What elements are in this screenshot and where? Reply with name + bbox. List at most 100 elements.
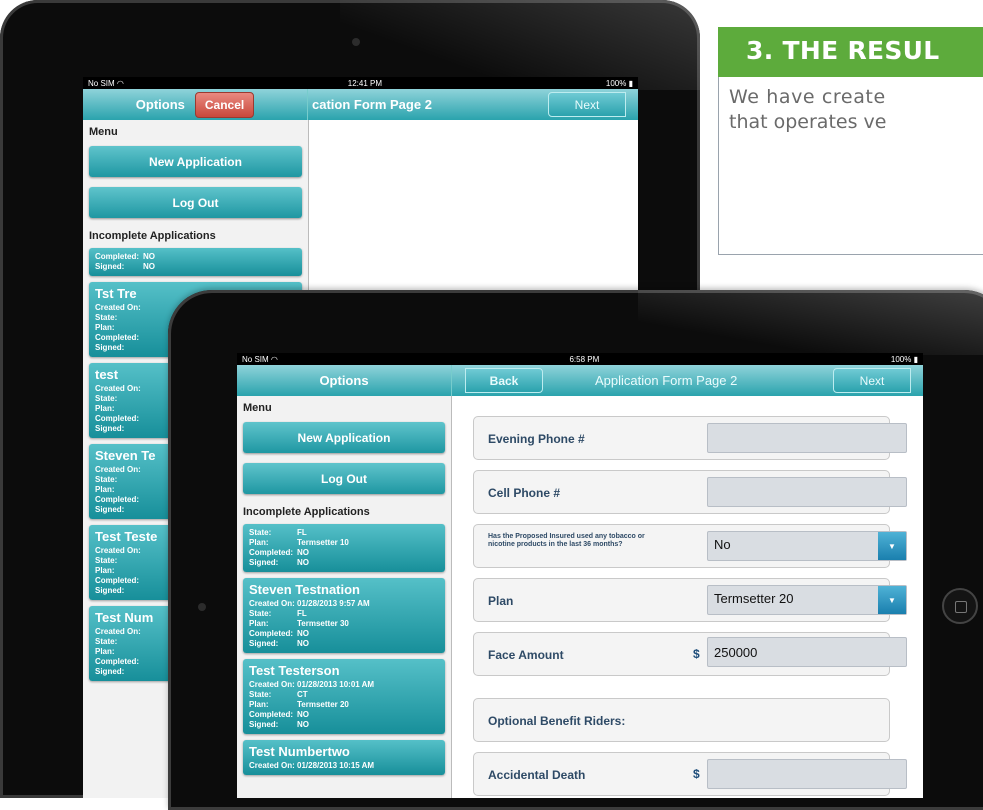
result-line-2: that operates ve xyxy=(729,111,887,133)
cell-phone-row: Cell Phone # xyxy=(473,470,907,514)
detail-key: Completed: xyxy=(249,548,293,557)
front-incomplete-label: Incomplete Applications xyxy=(243,506,370,518)
back-nav-bar: Options Cancel cation Form Page 2 Next xyxy=(83,89,638,120)
front-sidebar: Menu New Application Log Out Incomplete … xyxy=(237,396,452,798)
front-log-out-button[interactable]: Log Out xyxy=(243,463,445,494)
cell-phone-input[interactable] xyxy=(707,477,907,507)
front-new-application-button[interactable]: New Application xyxy=(243,422,445,453)
evening-phone-input[interactable] xyxy=(707,423,907,453)
detail-key: Signed: xyxy=(249,639,279,648)
detail-key: Created On: xyxy=(95,384,141,393)
detail-key: State: xyxy=(249,690,272,699)
detail-key: Completed: xyxy=(95,657,139,666)
detail-value: NO xyxy=(297,639,309,648)
detail-key: Plan: xyxy=(95,566,115,575)
accidental-death-row: Accidental Death $ xyxy=(473,752,907,796)
application-detail-row: Created On: 01/28/2013 10:15 AM xyxy=(249,761,439,771)
plan-select[interactable]: Termsetter 20 ▼ xyxy=(707,585,907,615)
back-log-out-button[interactable]: Log Out xyxy=(89,187,302,218)
back-menu-label: Menu xyxy=(89,126,118,138)
detail-value: 01/28/2013 10:01 AM xyxy=(297,680,375,689)
result-text: We have create that operates ve xyxy=(718,85,983,135)
detail-key: Signed: xyxy=(95,667,125,676)
back-incomplete-label: Incomplete Applications xyxy=(89,230,216,242)
plan-value: Termsetter 20 xyxy=(714,591,794,606)
application-card[interactable]: Test Numbertwo Created On: 01/28/2013 10:1… xyxy=(243,740,445,775)
cancel-button[interactable]: Cancel xyxy=(194,91,255,118)
optional-riders-label: Optional Benefit Riders: xyxy=(488,714,626,728)
home-button[interactable] xyxy=(942,588,978,624)
front-battery: 100% ▮ xyxy=(890,354,918,364)
plan-label: Plan xyxy=(488,594,514,608)
application-detail-row: Signed: NO xyxy=(249,720,439,730)
application-detail-row: Plan: Termsetter 10 xyxy=(249,538,439,548)
detail-key: State: xyxy=(95,556,118,565)
front-nav-left: Options xyxy=(237,365,452,396)
application-detail-row: Signed: NO xyxy=(95,262,296,272)
detail-key: Plan: xyxy=(249,700,269,709)
face-amount-row: Face Amount $ xyxy=(473,632,907,676)
accidental-death-label: Accidental Death xyxy=(488,768,586,782)
tobacco-question: Has the Proposed Insured used any tobacc… xyxy=(488,533,645,548)
application-detail-row: Completed: NO xyxy=(249,629,439,639)
detail-value: NO xyxy=(297,548,309,557)
detail-key: Signed: xyxy=(95,343,125,352)
application-detail-row: Signed: NO xyxy=(249,639,439,649)
detail-key: Plan: xyxy=(95,404,115,413)
application-detail-row: Signed: NO xyxy=(249,558,439,568)
back-button[interactable]: Back xyxy=(465,368,543,393)
face-amount-label: Face Amount xyxy=(488,648,564,662)
detail-value: NO xyxy=(297,558,309,567)
detail-key: State: xyxy=(249,528,272,537)
back-clock: 12:41 PM xyxy=(347,78,383,88)
accidental-death-input[interactable] xyxy=(707,759,907,789)
front-ipad-screen: No SIM ◠ 6:58 PM 100% ▮ Options Back App… xyxy=(237,353,923,798)
back-status-bar: No SIM ◠ 12:41 PM 100% ▮ xyxy=(83,77,638,89)
detail-key: Completed: xyxy=(95,252,139,261)
application-card[interactable]: Test Testerson Created On: 01/28/2013 10:0… xyxy=(243,659,445,734)
detail-key: Completed: xyxy=(249,629,293,638)
detail-key: Signed: xyxy=(249,720,279,729)
wifi-icon: ◠ xyxy=(270,354,278,364)
application-detail-row: Created On: 01/28/2013 9:57 AM xyxy=(249,599,439,609)
detail-value: NO xyxy=(297,720,309,729)
evening-phone-row: Evening Phone # xyxy=(473,416,907,460)
detail-value: 01/28/2013 10:15 AM xyxy=(297,761,375,770)
tobacco-select[interactable]: No ▼ xyxy=(707,531,907,561)
front-nav-bar: Options Back Application Form Page 2 Nex… xyxy=(237,365,923,396)
application-detail-row: Plan: Termsetter 30 xyxy=(249,619,439,629)
detail-key: State: xyxy=(95,313,118,322)
back-battery: 100% ▮ xyxy=(605,78,633,88)
application-card[interactable]: Completed: NO Signed: NO xyxy=(89,248,302,276)
detail-key: Completed: xyxy=(95,414,139,423)
front-ipad-sensor xyxy=(198,603,206,611)
chevron-down-icon: ▼ xyxy=(878,532,906,560)
plan-row: Plan Termsetter 20 ▼ xyxy=(473,578,907,622)
detail-value: NO xyxy=(297,629,309,638)
face-amount-input[interactable] xyxy=(707,637,907,667)
front-menu-label: Menu xyxy=(243,402,272,414)
accidental-death-currency: $ xyxy=(693,767,700,781)
back-nav-left: Options Cancel xyxy=(83,89,308,120)
detail-key: Created On: xyxy=(95,303,141,312)
detail-key: Completed: xyxy=(249,710,293,719)
front-clock: 6:58 PM xyxy=(569,354,600,364)
application-detail-row: Completed: NO xyxy=(95,252,296,262)
back-next-button[interactable]: Next xyxy=(548,92,626,117)
detail-key: Plan: xyxy=(249,619,269,628)
back-new-application-button[interactable]: New Application xyxy=(89,146,302,177)
detail-value: Termsetter 30 xyxy=(297,619,349,628)
front-next-button[interactable]: Next xyxy=(833,368,911,393)
tobacco-row: Has the Proposed Insured used any tobacc… xyxy=(473,524,907,568)
application-card[interactable]: State: FL Plan: Termsetter 10 Completed: NO Si… xyxy=(243,524,445,572)
application-card[interactable]: Steven Testnation Created On: 01/28/2013 9… xyxy=(243,578,445,653)
application-name: Test Testerson xyxy=(249,663,340,678)
detail-value: 01/28/2013 9:57 AM xyxy=(297,599,370,608)
result-heading: 3. THE RESUL xyxy=(718,27,983,77)
evening-phone-label: Evening Phone # xyxy=(488,432,585,446)
back-nav-title: cation Form Page 2 xyxy=(312,97,432,112)
face-amount-currency: $ xyxy=(693,647,700,661)
application-name: Steven Testnation xyxy=(249,582,361,597)
application-detail-row: Created On: 01/28/2013 10:01 AM xyxy=(249,680,439,690)
application-detail-row: Completed: NO xyxy=(249,710,439,720)
